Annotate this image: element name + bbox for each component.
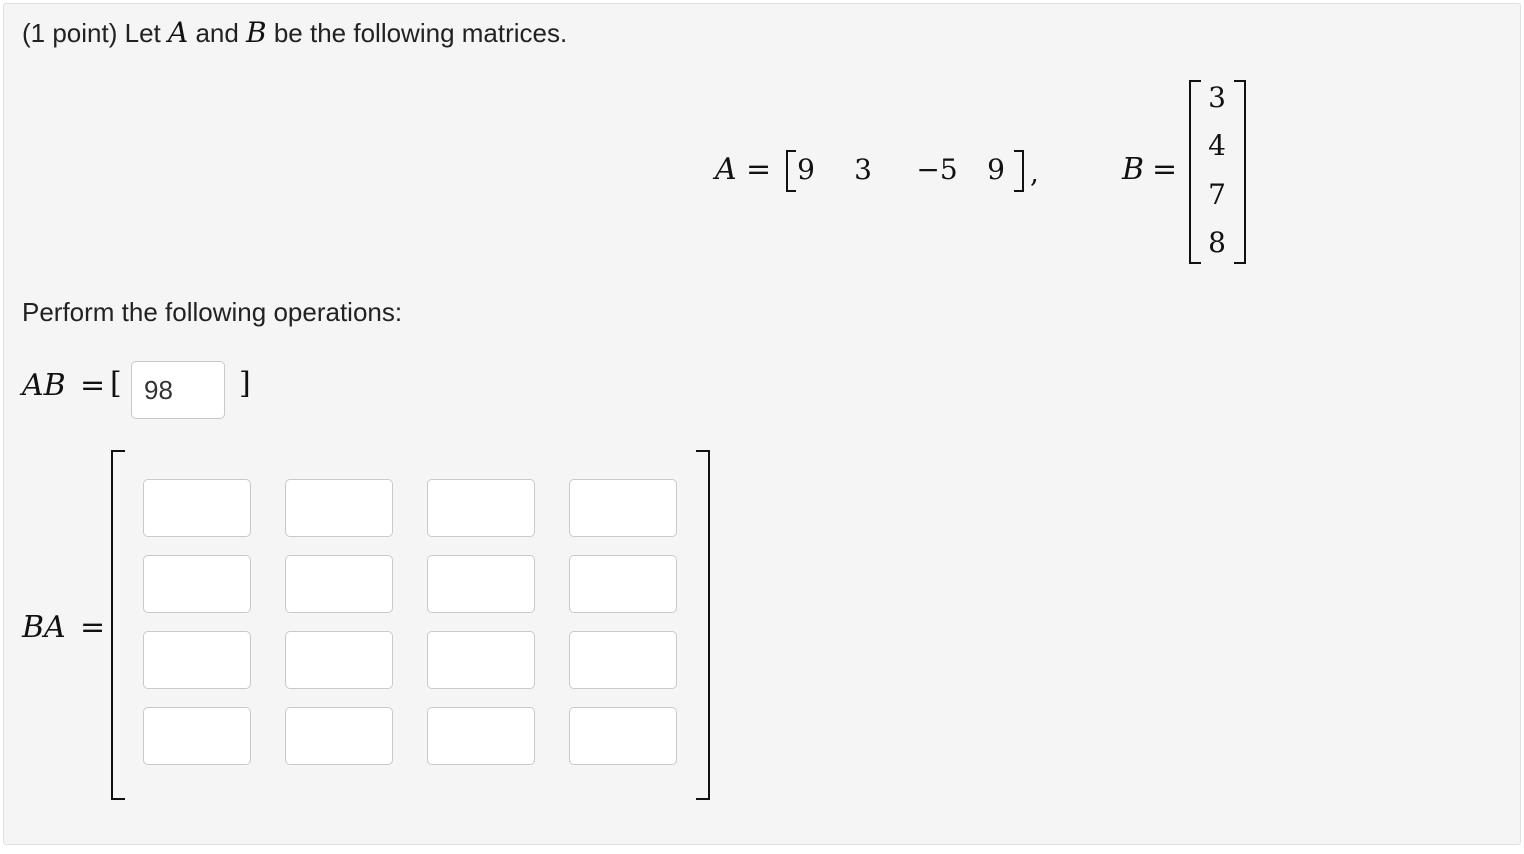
ba-label: BA <box>22 610 66 645</box>
ab-label: AB <box>22 368 66 403</box>
ba-cell-input[interactable] <box>427 555 535 613</box>
matrix-b-entry: 4 <box>1208 129 1226 162</box>
ba-cell-input[interactable] <box>285 479 393 537</box>
var-b: B <box>246 16 267 49</box>
ba-right-bracket <box>696 450 710 800</box>
ab-equals: = <box>80 368 106 403</box>
ba-cell-input[interactable] <box>569 555 677 613</box>
intro-prefix: (1 point) Let <box>22 18 168 48</box>
matrix-a-entry: 3 <box>854 153 872 186</box>
ba-cell-input[interactable] <box>569 479 677 537</box>
matrix-b-entry: 3 <box>1208 81 1226 114</box>
ba-cell-input[interactable] <box>143 631 251 689</box>
ab-close-bracket: ] <box>239 366 251 401</box>
matrix-a-equals: = <box>746 152 772 187</box>
ba-cell-input[interactable] <box>143 707 251 765</box>
matrix-b-equals: = <box>1152 152 1178 187</box>
ba-cell-input[interactable] <box>569 707 677 765</box>
matrix-b-entry: 7 <box>1208 178 1226 211</box>
matrix-b-label: B <box>1122 152 1145 187</box>
matrix-a-entry: 9 <box>987 153 1005 186</box>
ba-cell-input[interactable] <box>427 631 535 689</box>
matrix-b-entry: 8 <box>1208 226 1226 259</box>
matrix-a-entry: −5 <box>916 153 958 186</box>
matrix-a-comma: , <box>1030 156 1039 189</box>
ba-left-bracket <box>111 450 125 800</box>
matrix-a-label: A <box>715 152 737 187</box>
ba-cell-input[interactable] <box>143 555 251 613</box>
ba-cell-input[interactable] <box>569 631 677 689</box>
intro-suffix: be the following matrices. <box>266 18 568 48</box>
ab-open-bracket: [ <box>110 366 122 401</box>
matrix-b-right-bracket <box>1234 80 1246 264</box>
ab-answer-input[interactable] <box>131 361 225 419</box>
ba-equals: = <box>80 610 106 645</box>
intro-and: and <box>188 18 247 48</box>
ba-cell-input[interactable] <box>285 631 393 689</box>
ba-cell-input[interactable] <box>427 707 535 765</box>
ba-cell-input[interactable] <box>143 479 251 537</box>
ba-cell-input[interactable] <box>285 555 393 613</box>
instructions-text: Perform the following operations: <box>22 297 403 327</box>
var-a: A <box>167 16 189 49</box>
matrix-a-right-bracket <box>1014 150 1024 192</box>
matrix-a-entry: 9 <box>797 153 815 186</box>
ba-cell-input[interactable] <box>285 707 393 765</box>
problem-statement: (1 point) Let A and B be the following m… <box>22 16 567 49</box>
ba-cell-input[interactable] <box>427 479 535 537</box>
